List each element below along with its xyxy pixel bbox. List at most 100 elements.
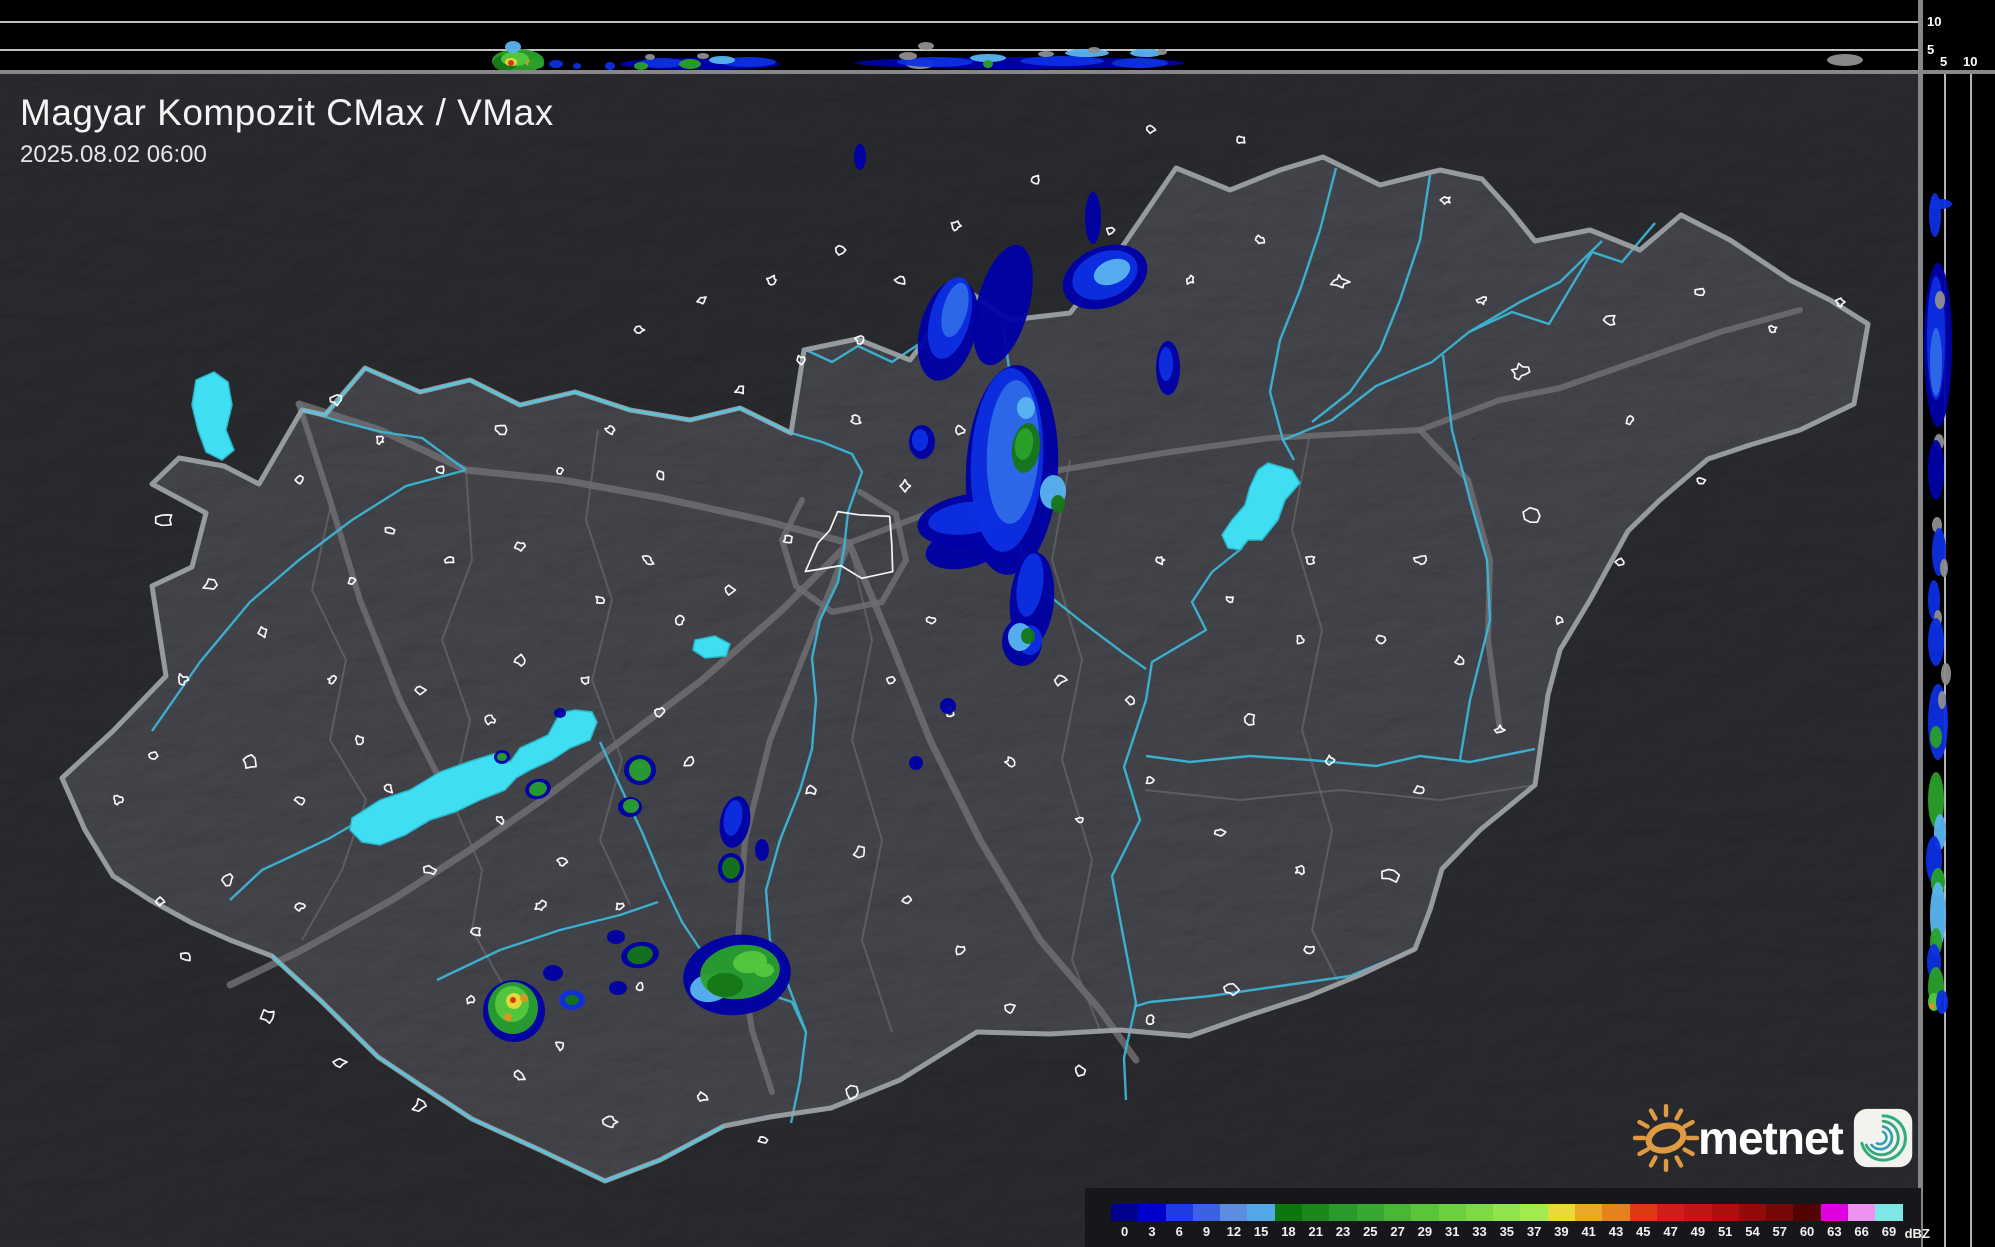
timestamp: 2025.08.02 06:00 — [20, 141, 207, 168]
right-profile-5km-label: 5 — [1940, 54, 1948, 69]
right-profile-echo — [1940, 559, 1948, 577]
dbz-tick-label: 35 — [1499, 1224, 1515, 1239]
dbz-legend-cell: 23 — [1329, 1204, 1357, 1239]
dbz-color-swatch — [1629, 1204, 1657, 1221]
radar-echo — [707, 973, 743, 997]
dbz-color-swatch — [1220, 1204, 1248, 1221]
top-profile-echo — [528, 59, 544, 69]
dbz-unit-label: dBZ — [1904, 1226, 1930, 1241]
dbz-color-swatch — [1820, 1204, 1849, 1221]
dbz-legend-cell: 45 — [1629, 1204, 1657, 1239]
dbz-tick-label: 25 — [1363, 1224, 1378, 1239]
radar-echo — [754, 963, 774, 977]
top-profile-echo — [918, 42, 934, 50]
dbz-color-swatch — [1684, 1204, 1712, 1221]
dbz-legend-cell: 29 — [1411, 1204, 1439, 1239]
dbz-tick-label: 12 — [1226, 1224, 1242, 1239]
dbz-color-swatch — [1493, 1204, 1521, 1221]
radar-composite-screen: 10 5 5 10 Magyar Kompozit CMax / VMax 20… — [0, 0, 1995, 1247]
dbz-tick-label: 43 — [1608, 1224, 1624, 1239]
top-profile-echo — [505, 41, 521, 53]
top-profile-echo — [573, 63, 581, 69]
top-profile-echo — [1827, 54, 1863, 66]
radar-echo — [565, 995, 579, 1005]
top-profile-echo — [1130, 49, 1162, 57]
radar-echo — [755, 839, 769, 861]
right-profile-echo — [1928, 440, 1944, 500]
metnet-logo: metnet — [1628, 1092, 1913, 1184]
dbz-legend-cell: 33 — [1465, 1204, 1494, 1239]
dbz-tick-label: 15 — [1253, 1224, 1269, 1239]
radar-echo — [510, 997, 516, 1003]
dbz-tick-label: 39 — [1554, 1224, 1569, 1239]
radar-echo — [912, 429, 928, 451]
title-block: Magyar Kompozit CMax / VMax 2025.08.02 0… — [20, 92, 554, 169]
dbz-color-swatch — [1411, 1204, 1439, 1221]
dbz-tick-label: 33 — [1472, 1224, 1487, 1239]
radar-map: Magyar Kompozit CMax / VMax 2025.08.02 0… — [0, 74, 1930, 1247]
dbz-legend-cell: 15 — [1247, 1204, 1275, 1239]
right-profile-10km-label: 10 — [1963, 54, 1978, 69]
radar-echo — [504, 1013, 512, 1021]
right-profile-echo — [1941, 663, 1951, 685]
top-profile-echo — [679, 59, 701, 69]
dbz-tick-label: 60 — [1799, 1224, 1815, 1239]
right-profile-echo — [1930, 328, 1942, 396]
radar-echo — [1051, 495, 1065, 513]
dbz-color-swatch — [1848, 1204, 1876, 1221]
top-profile-echo — [1112, 58, 1168, 68]
dbz-legend-cell: 41 — [1575, 1204, 1603, 1239]
top-profile-echo — [549, 60, 563, 68]
sun-icon — [1632, 1103, 1700, 1173]
right-profile-plot — [1924, 74, 1972, 1247]
radar-echo — [940, 698, 956, 714]
right-profile-echo — [1930, 726, 1942, 748]
dbz-tick-label: 51 — [1717, 1224, 1733, 1239]
dbz-tick-label: 41 — [1581, 1224, 1596, 1239]
top-profile-echo — [1157, 49, 1167, 55]
dbz-color-swatch — [1356, 1204, 1384, 1221]
dbz-tick-label: 57 — [1772, 1224, 1787, 1239]
right-height-profile — [1923, 74, 1995, 1247]
dbz-tick-label: 45 — [1636, 1224, 1651, 1239]
dbz-legend-cell: 25 — [1356, 1204, 1384, 1239]
right-profile-echo — [1928, 618, 1944, 666]
radar-echo — [909, 756, 923, 770]
dbz-legend-cell: 51 — [1711, 1204, 1739, 1239]
radar-echo — [520, 994, 528, 1002]
radar-echo — [1021, 628, 1035, 644]
dbz-legend-cell: 0 — [1111, 1204, 1139, 1239]
profile-axis-corner: 10 5 5 10 — [1923, 0, 1995, 70]
dbz-color-swatch — [1520, 1204, 1548, 1221]
dbz-legend-cell: 9 — [1192, 1204, 1221, 1239]
radar-echo — [543, 965, 563, 981]
dbz-tick-label: 27 — [1390, 1224, 1405, 1239]
dbz-legend-cell: 6 — [1165, 1204, 1193, 1239]
top-profile-echo — [1088, 47, 1100, 53]
dbz-tick-label: 69 — [1881, 1224, 1897, 1239]
dbz-tick-label: 29 — [1417, 1224, 1433, 1239]
radar-echo — [607, 930, 625, 944]
top-height-profile — [0, 0, 1918, 70]
dbz-legend-cell: 37 — [1520, 1204, 1548, 1239]
dbz-color-swatch — [1738, 1204, 1767, 1221]
top-profile-10km-label: 10 — [1927, 14, 1942, 29]
dbz-legend-cell: 27 — [1383, 1204, 1412, 1239]
dbz-tick-label: 18 — [1281, 1224, 1296, 1239]
dbz-legend-cell: 18 — [1274, 1204, 1303, 1239]
dbz-tick-label: 6 — [1175, 1224, 1183, 1239]
right-profile-echo — [1938, 691, 1946, 709]
top-profile-echo — [1038, 51, 1054, 57]
dbz-color-swatch — [1793, 1204, 1821, 1221]
dbz-color-swatch — [1438, 1204, 1466, 1221]
radar-echo — [629, 759, 651, 781]
dbz-color-swatch — [1383, 1204, 1412, 1221]
dbz-color-swatch — [1602, 1204, 1630, 1221]
radar-echo — [623, 799, 639, 813]
top-profile-echo — [899, 52, 917, 60]
dbz-color-swatch — [1875, 1204, 1903, 1221]
right-profile-echo — [1935, 291, 1945, 309]
dbz-legend-cell: 66 — [1848, 1204, 1876, 1239]
dbz-tick-label: 0 — [1121, 1224, 1129, 1239]
top-profile-5km-label: 5 — [1927, 42, 1935, 57]
